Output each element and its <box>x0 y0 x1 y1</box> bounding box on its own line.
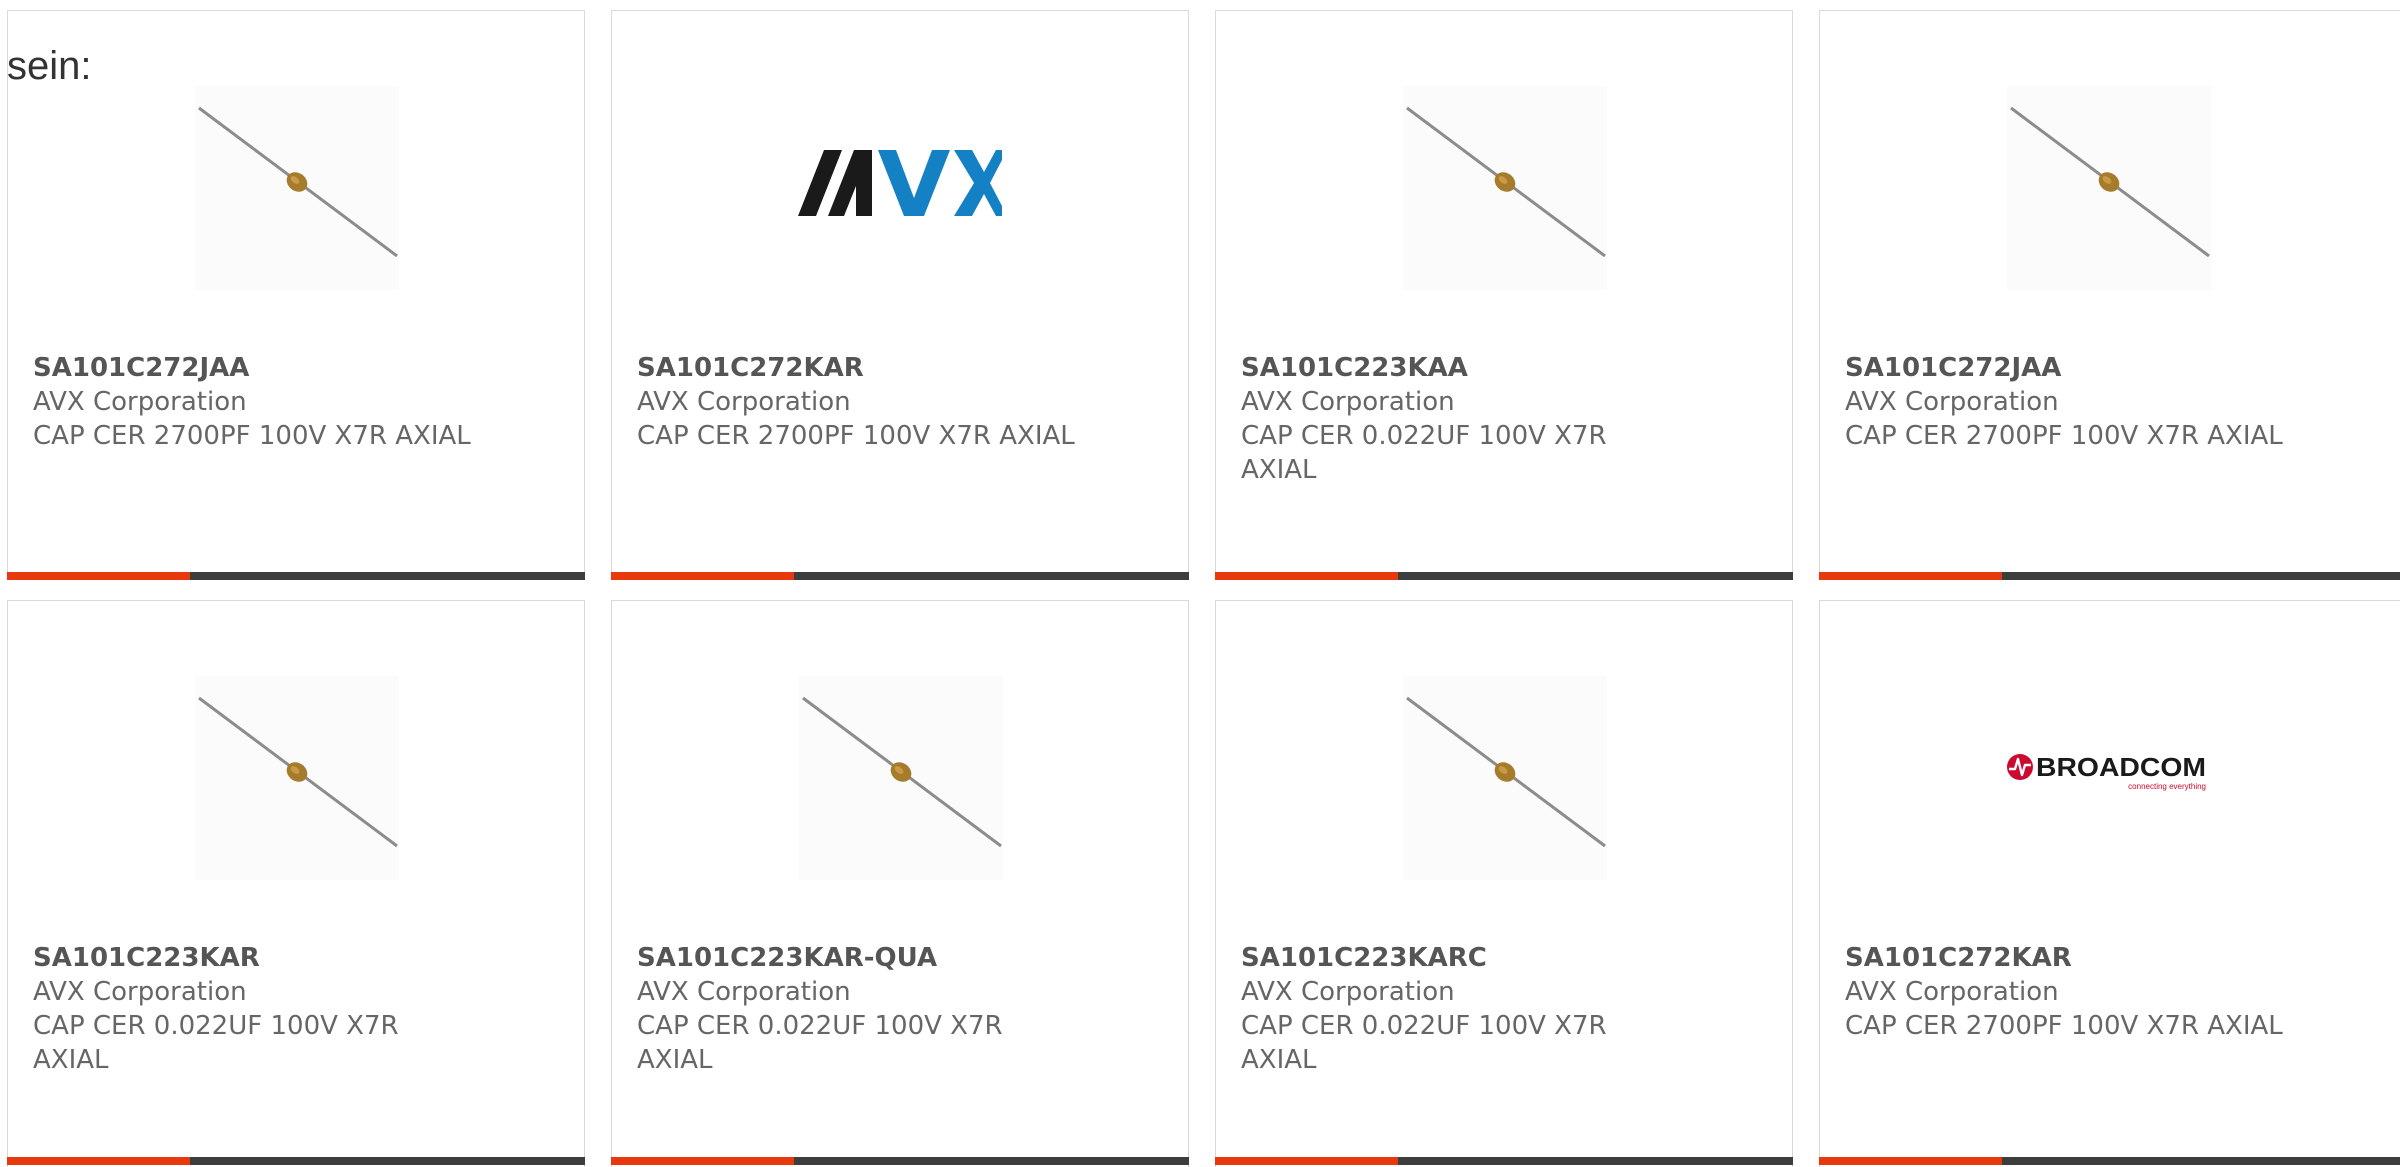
description: CAP CER 0.022UF 100V X7R AXIAL <box>1241 1011 1607 1075</box>
card-accent-bar <box>1819 572 2002 580</box>
product-card[interactable]: SA101C272KAR AVX Corporation CAP CER 270… <box>611 10 1189 580</box>
part-number-link[interactable]: SA101C223KARC <box>1241 941 1767 975</box>
product-image[interactable]: BROADCOM connecting everything <box>1820 601 2400 941</box>
card-accent-bar <box>1215 1157 1398 1165</box>
lead-text: sein: <box>7 44 92 88</box>
part-number-link[interactable]: SA101C223KAA <box>1241 351 1767 385</box>
manufacturer: AVX Corporation <box>1241 387 1455 417</box>
card-accent-bar <box>611 1157 794 1165</box>
capacitor-photo <box>799 676 1003 880</box>
product-image[interactable] <box>1216 11 1792 351</box>
product-image[interactable] <box>8 11 584 351</box>
card-accent-bar <box>7 572 190 580</box>
card-bottom-bar <box>611 1157 1189 1165</box>
description: CAP CER 0.022UF 100V X7R AXIAL <box>33 1011 399 1075</box>
card-bottom-bar <box>1819 572 2400 580</box>
broadcom-logo: BROADCOM connecting everything <box>2006 743 2212 803</box>
card-bottom-bar <box>1819 1157 2400 1165</box>
product-card[interactable]: BROADCOM connecting everything SA101C272… <box>1819 600 2400 1167</box>
manufacturer: AVX Corporation <box>33 387 247 417</box>
card-bottom-bar <box>7 572 585 580</box>
product-image[interactable] <box>612 11 1188 351</box>
product-card[interactable]: SA101C272JAA AVX Corporation CAP CER 270… <box>7 10 585 580</box>
product-card[interactable]: SA101C223KAR AVX Corporation CAP CER 0.0… <box>7 600 585 1167</box>
capacitor-photo <box>1403 676 1607 880</box>
part-number-link[interactable]: SA101C272KAR <box>1845 941 2383 975</box>
manufacturer: AVX Corporation <box>1845 977 2059 1007</box>
card-accent-bar <box>611 572 794 580</box>
product-image[interactable] <box>1820 11 2400 351</box>
description: CAP CER 2700PF 100V X7R AXIAL <box>1845 1011 2283 1041</box>
product-card[interactable]: SA101C272JAA AVX Corporation CAP CER 270… <box>1819 10 2400 580</box>
part-number-link[interactable]: SA101C272KAR <box>637 351 1163 385</box>
product-image[interactable] <box>612 601 1188 941</box>
manufacturer: AVX Corporation <box>1845 387 2059 417</box>
card-accent-bar <box>7 1157 190 1165</box>
product-card[interactable]: SA101C223KAA AVX Corporation CAP CER 0.0… <box>1215 10 1793 580</box>
card-accent-bar <box>1819 1157 2002 1165</box>
part-number-link[interactable]: SA101C223KAR <box>33 941 559 975</box>
product-image[interactable] <box>8 601 584 941</box>
card-bottom-bar <box>7 1157 585 1165</box>
description: CAP CER 2700PF 100V X7R AXIAL <box>33 421 471 451</box>
description: CAP CER 2700PF 100V X7R AXIAL <box>1845 421 2283 451</box>
product-card[interactable]: SA101C223KAR-QUA AVX Corporation CAP CER… <box>611 600 1189 1167</box>
product-grid-page: sein: SA101C272JAA AVX Corporation CAP C… <box>0 0 2400 1167</box>
card-bottom-bar <box>1215 572 1793 580</box>
description: CAP CER 0.022UF 100V X7R AXIAL <box>1241 421 1607 485</box>
description: CAP CER 0.022UF 100V X7R AXIAL <box>637 1011 1003 1075</box>
part-number-link[interactable]: SA101C272JAA <box>33 351 559 385</box>
description: CAP CER 2700PF 100V X7R AXIAL <box>637 421 1075 451</box>
manufacturer: AVX Corporation <box>637 387 851 417</box>
manufacturer: AVX Corporation <box>1241 977 1455 1007</box>
broadcom-logo-tagline: connecting everything <box>2128 782 2206 791</box>
card-accent-bar <box>1215 572 1398 580</box>
avx-logo <box>798 146 1002 222</box>
manufacturer: AVX Corporation <box>33 977 247 1007</box>
manufacturer: AVX Corporation <box>637 977 851 1007</box>
capacitor-photo <box>195 676 399 880</box>
capacitor-photo <box>1403 86 1607 290</box>
product-image[interactable] <box>1216 601 1792 941</box>
broadcom-logo-text: BROADCOM <box>2036 752 2206 782</box>
card-bottom-bar <box>1215 1157 1793 1165</box>
card-bottom-bar <box>611 572 1189 580</box>
part-number-link[interactable]: SA101C223KAR-QUA <box>637 941 1163 975</box>
capacitor-photo <box>2007 86 2211 290</box>
capacitor-photo <box>195 86 399 290</box>
part-number-link[interactable]: SA101C272JAA <box>1845 351 2383 385</box>
product-card[interactable]: SA101C223KARC AVX Corporation CAP CER 0.… <box>1215 600 1793 1167</box>
